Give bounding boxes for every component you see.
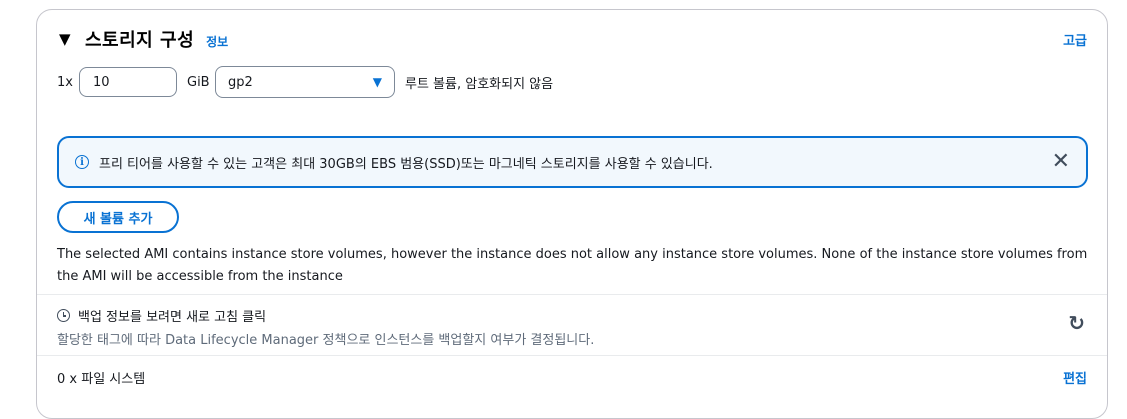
section-title: 스토리지 구성: [85, 30, 195, 51]
info-link[interactable]: 정보: [206, 33, 228, 50]
refresh-icon[interactable]: ↻: [1068, 311, 1085, 335]
file-systems-label: 0 x 파일 시스템: [57, 372, 146, 387]
add-volume-button[interactable]: 새 볼륨 추가: [57, 201, 179, 233]
section-header: ▼ 스토리지 구성 정보: [59, 26, 228, 52]
edit-link[interactable]: 편집: [1063, 368, 1087, 387]
root-volume-description: 루트 볼륨, 암호화되지 않음: [405, 76, 554, 92]
size-unit-label: GiB: [187, 74, 210, 90]
storage-config-panel: ▼ 스토리지 구성 정보 고급 1x 10 GiB gp2 ▼ 루트 볼륨, 암…: [36, 9, 1108, 419]
volume-size-input[interactable]: 10: [79, 67, 177, 97]
backup-info: 백업 정보를 보려면 새로 고침 클릭 할당한 태그에 따라 Data Life…: [57, 306, 594, 348]
clock-icon: [57, 309, 70, 322]
volume-type-value: gp2: [228, 74, 253, 90]
alert-message: 프리 티어를 사용할 수 있는 고객은 최대 30GB의 EBS 범용(SSD)…: [99, 156, 713, 172]
backup-heading: 백업 정보를 보려면 새로 고침 클릭: [78, 310, 267, 325]
collapse-caret-icon[interactable]: ▼: [59, 30, 79, 48]
root-volume-row: 1x 10 GiB gp2 ▼ 루트 볼륨, 암호화되지 않음: [57, 66, 553, 98]
free-tier-alert: i 프리 티어를 사용할 수 있는 고객은 최대 30GB의 EBS 범용(SS…: [57, 136, 1088, 188]
instance-store-notice: The selected AMI contains instance store…: [57, 247, 1088, 284]
advanced-link[interactable]: 고급: [1063, 30, 1087, 49]
info-icon: i: [75, 155, 89, 169]
close-icon[interactable]: ✕: [1052, 151, 1070, 173]
volume-type-select[interactable]: gp2 ▼: [215, 66, 395, 98]
dropdown-arrow-icon: ▼: [372, 75, 382, 89]
divider: [37, 355, 1107, 356]
divider: [37, 294, 1107, 295]
volume-multiplier: 1x: [57, 74, 73, 90]
backup-subtext: 할당한 태그에 따라 Data Lifecycle Manager 정책으로 인…: [57, 333, 595, 348]
